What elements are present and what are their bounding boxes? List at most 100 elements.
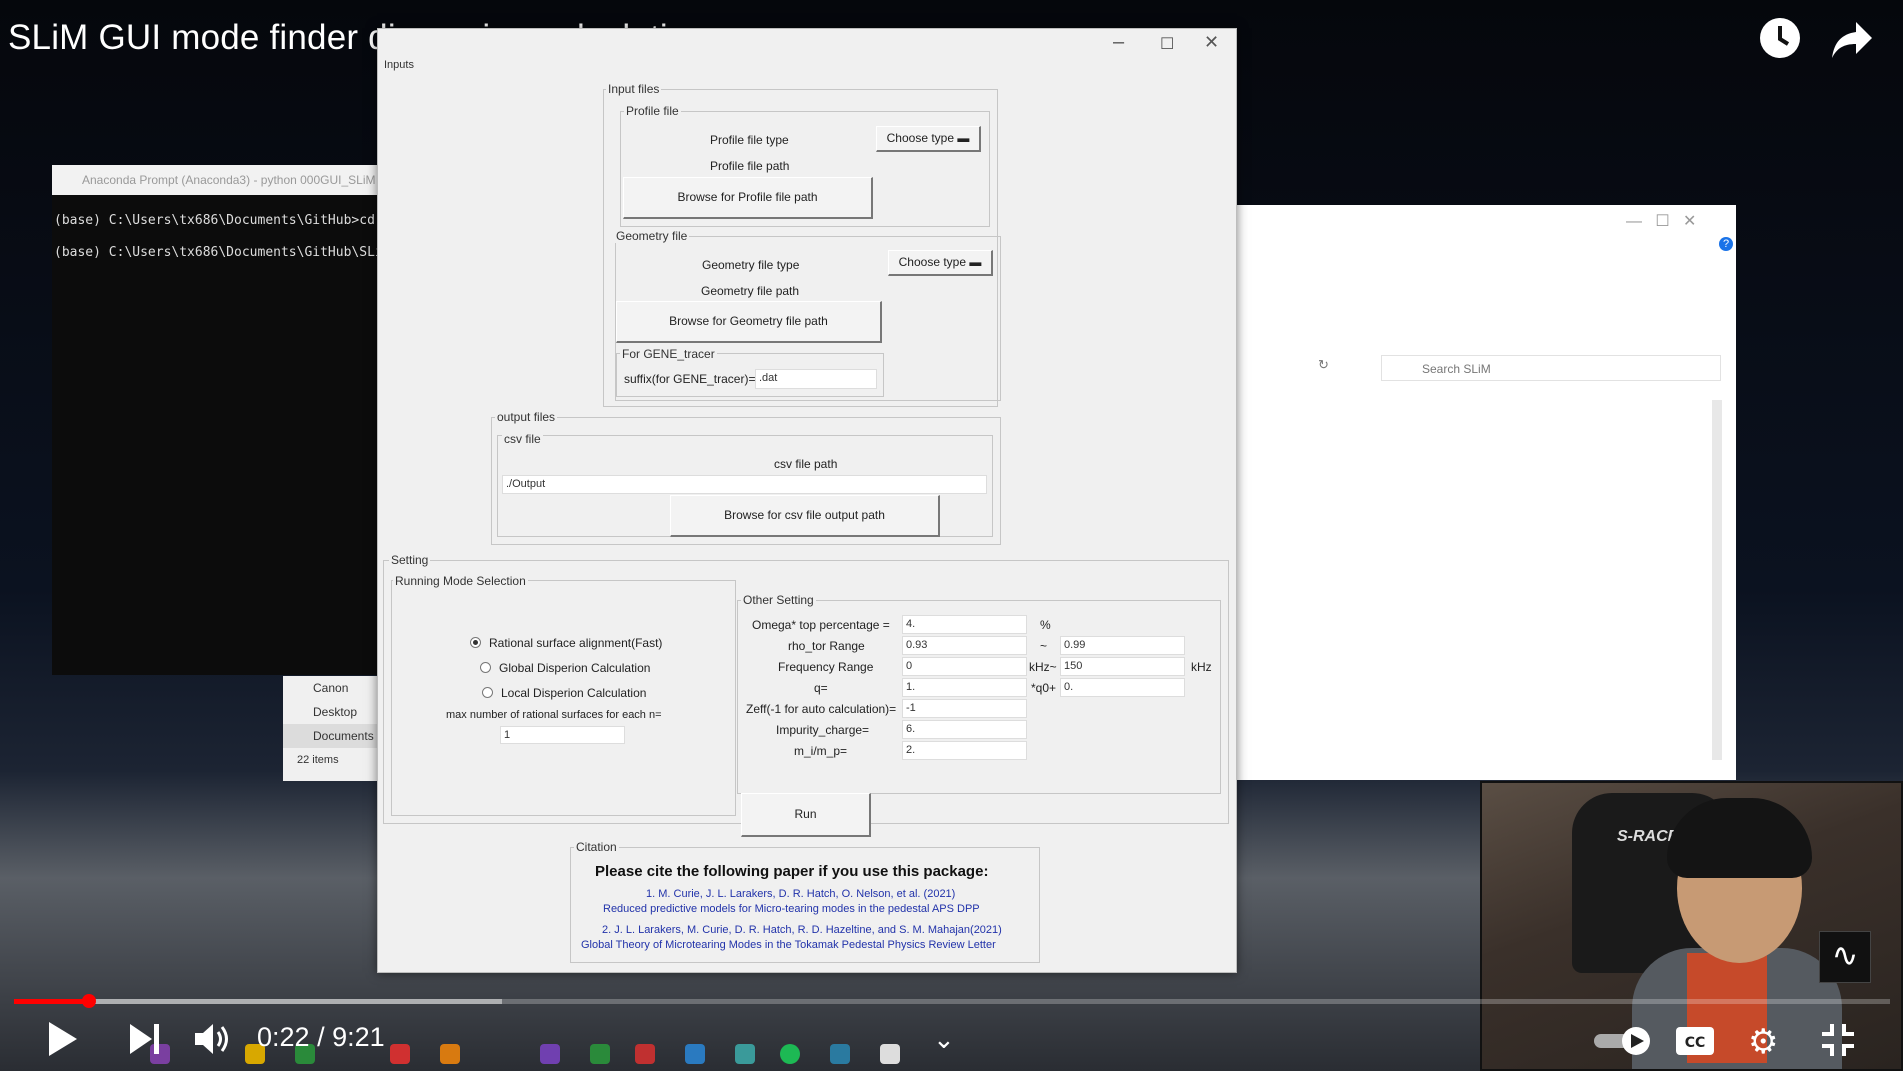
max-rational-input[interactable]: 1 bbox=[500, 726, 625, 744]
citation-ref2-title[interactable]: Global Theory of Microtearing Modes in t… bbox=[581, 939, 996, 951]
dropdown-arrow-icon: ▬ bbox=[957, 131, 970, 145]
rho-separator: ~ bbox=[1040, 639, 1048, 653]
max-rational-label: max number of rational surfaces for each… bbox=[446, 709, 662, 721]
explorer-window-controls[interactable]: — ☐ ✕ bbox=[1626, 211, 1696, 231]
volume-icon[interactable] bbox=[193, 1020, 233, 1063]
next-icon[interactable] bbox=[128, 1022, 162, 1061]
gene-suffix-label: suffix(for GENE_tracer)= bbox=[624, 372, 756, 386]
taskbar-matlab-icon[interactable] bbox=[635, 1044, 655, 1064]
q0-label: *q0+ bbox=[1031, 681, 1057, 695]
channel-watermark-icon[interactable]: ∿ bbox=[1819, 931, 1871, 983]
omega-input[interactable]: 4. bbox=[902, 615, 1027, 634]
radio-dot bbox=[480, 662, 491, 673]
gene-tracer-label: For GENE_tracer bbox=[620, 347, 717, 361]
slim-gui-window[interactable]: – ☐ ✕ Inputs Input files Profile file Pr… bbox=[377, 28, 1237, 973]
rho-range-label: rho_tor Range bbox=[788, 639, 865, 653]
video-time: 0:22 / 9:21 bbox=[257, 1022, 385, 1053]
output-files-label: output files bbox=[495, 410, 558, 424]
taskbar-app-icon[interactable] bbox=[590, 1044, 610, 1064]
terminal-line: (base) C:\Users\tx686\Documents\GitHub\S… bbox=[54, 245, 391, 260]
taskbar-app-icon[interactable] bbox=[735, 1044, 755, 1064]
geometry-path-label: Geometry file path bbox=[701, 284, 800, 298]
play-icon[interactable] bbox=[45, 1020, 81, 1063]
omega-unit: % bbox=[1040, 618, 1051, 632]
q-label: q= bbox=[814, 681, 828, 695]
gene-suffix-input[interactable]: .dat bbox=[755, 369, 877, 389]
geometry-type-dropdown[interactable]: Choose type ▬ bbox=[888, 250, 993, 276]
frequency-range-label: Frequency Range bbox=[778, 660, 874, 674]
setting-label: Setting bbox=[389, 553, 431, 567]
watch-later-icon[interactable] bbox=[1758, 16, 1802, 71]
citation-label: Citation bbox=[574, 840, 619, 854]
zeff-input[interactable]: -1 bbox=[902, 699, 1027, 718]
running-mode-label: Running Mode Selection bbox=[393, 574, 528, 588]
sidebar-item-desktop[interactable]: Desktop bbox=[283, 700, 383, 724]
taskbar-app-icon[interactable] bbox=[390, 1044, 410, 1064]
radio-global-dispersion[interactable]: Global Disperion Calculation bbox=[480, 661, 650, 675]
impurity-charge-label: Impurity_charge= bbox=[776, 723, 870, 737]
refresh-icon[interactable]: ↻ bbox=[1318, 357, 1329, 373]
maximize-button[interactable]: ☐ bbox=[1160, 34, 1174, 54]
csv-path-input[interactable]: ./Output bbox=[502, 475, 987, 494]
radio-rational-surface[interactable]: Rational surface alignment(Fast) bbox=[470, 636, 662, 650]
rho-min-input[interactable]: 0.93 bbox=[902, 636, 1027, 655]
mass-ratio-input[interactable]: 2. bbox=[902, 741, 1027, 760]
svg-text:CC: CC bbox=[1685, 1035, 1706, 1051]
run-button[interactable]: Run bbox=[741, 793, 871, 837]
terminal-line: (base) C:\Users\tx686\Documents\GitHub>c… bbox=[54, 213, 375, 228]
time-current: 0:22 bbox=[257, 1022, 310, 1052]
geometry-file-label: Geometry file bbox=[614, 229, 690, 243]
terminal-window[interactable]: Anaconda Prompt (Anaconda3) - python 000… bbox=[52, 165, 391, 675]
captions-icon[interactable]: CC bbox=[1675, 1026, 1715, 1061]
omega-label: Omega* top percentage = bbox=[752, 618, 890, 632]
taskbar-spotify-icon[interactable] bbox=[780, 1044, 800, 1064]
q-input[interactable]: 1. bbox=[902, 678, 1027, 697]
taskbar-app-icon[interactable] bbox=[830, 1044, 850, 1064]
exit-fullscreen-icon[interactable] bbox=[1820, 1022, 1856, 1063]
profile-type-label: Profile file type bbox=[710, 133, 789, 147]
freq-unit: kHz bbox=[1191, 660, 1212, 674]
progress-scrubber[interactable] bbox=[82, 994, 97, 1008]
rho-max-input[interactable]: 0.99 bbox=[1060, 636, 1185, 655]
freq-min-input[interactable]: 0 bbox=[902, 657, 1027, 676]
citation-ref2-authors[interactable]: 2. J. L. Larakers, M. Curie, D. R. Hatch… bbox=[602, 924, 1002, 936]
freq-separator: kHz~ bbox=[1029, 660, 1057, 674]
other-setting-label: Other Setting bbox=[741, 593, 816, 607]
chevron-down-icon[interactable]: ⌄ bbox=[933, 1024, 955, 1055]
taskbar-app-icon[interactable] bbox=[440, 1044, 460, 1064]
terminal-titlebar: Anaconda Prompt (Anaconda3) - python 000… bbox=[52, 165, 382, 195]
help-icon[interactable]: ? bbox=[1719, 237, 1733, 251]
autoplay-toggle[interactable] bbox=[1592, 1026, 1656, 1061]
radio-dot bbox=[482, 687, 493, 698]
csv-file-label: csv file bbox=[502, 432, 543, 446]
freq-max-input[interactable]: 150 bbox=[1060, 657, 1185, 676]
inputs-label: Inputs bbox=[382, 59, 416, 71]
browse-csv-button[interactable]: Browse for csv file output path bbox=[670, 495, 940, 537]
time-total: 9:21 bbox=[332, 1022, 385, 1052]
mass-ratio-label: m_i/m_p= bbox=[794, 744, 848, 758]
close-button[interactable]: ✕ bbox=[1204, 32, 1219, 53]
share-icon[interactable] bbox=[1830, 20, 1874, 71]
taskbar-onenote-icon[interactable] bbox=[540, 1044, 560, 1064]
browse-geometry-button[interactable]: Browse for Geometry file path bbox=[616, 301, 882, 343]
citation-ref1-authors[interactable]: 1. M. Curie, J. L. Larakers, D. R. Hatch… bbox=[646, 888, 955, 900]
sidebar-item-documents[interactable]: Documents bbox=[283, 724, 383, 748]
taskbar-app-icon[interactable] bbox=[685, 1044, 705, 1064]
video-played-bar bbox=[14, 999, 90, 1004]
file-explorer-window[interactable]: — ☐ ✕ ? ↻ Search SLiM bbox=[1236, 205, 1736, 780]
zeff-label: Zeff(-1 for auto calculation)= bbox=[746, 702, 897, 716]
citation-ref1-title[interactable]: Reduced predictive models for Micro-tear… bbox=[603, 903, 980, 915]
profile-type-dropdown[interactable]: Choose type ▬ bbox=[876, 126, 981, 152]
q0-input[interactable]: 0. bbox=[1060, 678, 1185, 697]
radio-local-dispersion[interactable]: Local Disperion Calculation bbox=[482, 686, 646, 700]
profile-file-label: Profile file bbox=[624, 104, 681, 118]
explorer-scrollbar[interactable] bbox=[1712, 400, 1722, 760]
browse-profile-button[interactable]: Browse for Profile file path bbox=[623, 177, 873, 219]
sidebar-item-canon[interactable]: Canon bbox=[283, 676, 383, 700]
settings-gear-icon[interactable]: ⚙ bbox=[1748, 1022, 1778, 1062]
impurity-charge-input[interactable]: 6. bbox=[902, 720, 1027, 739]
explorer-search-input[interactable]: Search SLiM bbox=[1381, 355, 1721, 381]
minimize-button[interactable]: – bbox=[1113, 31, 1124, 54]
geometry-type-label: Geometry file type bbox=[702, 258, 800, 272]
taskbar-notepad-icon[interactable] bbox=[880, 1044, 900, 1064]
